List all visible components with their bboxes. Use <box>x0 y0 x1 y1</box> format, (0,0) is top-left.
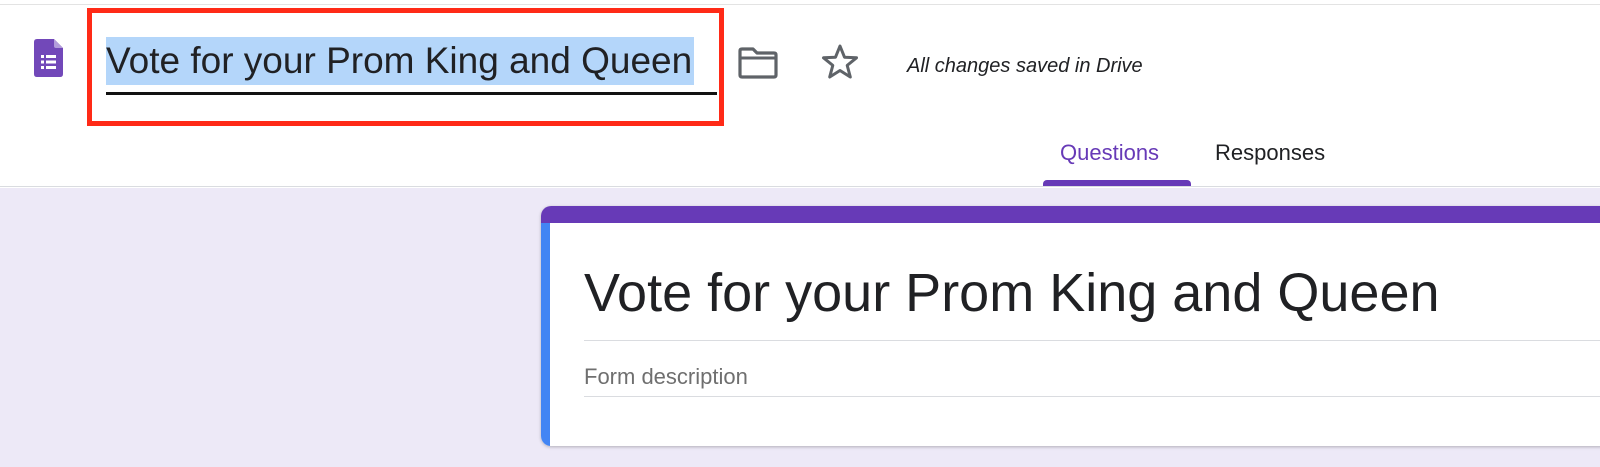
google-forms-icon[interactable] <box>34 39 63 77</box>
card-left-accent <box>541 223 550 446</box>
form-title[interactable]: Vote for your Prom King and Queen <box>584 262 1440 324</box>
tab-questions[interactable]: Questions <box>1060 140 1159 166</box>
tab-responses[interactable]: Responses <box>1215 140 1325 166</box>
star-icon[interactable] <box>820 42 860 82</box>
folder-icon[interactable] <box>738 45 778 79</box>
form-title-underline <box>584 340 1600 341</box>
title-highlight-box <box>87 8 724 126</box>
save-status: All changes saved in Drive <box>907 55 1143 77</box>
form-description-underline <box>584 396 1600 397</box>
active-tab-indicator <box>1043 180 1191 186</box>
card-top-accent <box>541 206 1600 223</box>
form-header-card[interactable]: Vote for your Prom King and Queen Form d… <box>541 206 1600 446</box>
form-description-field[interactable]: Form description <box>584 364 748 390</box>
